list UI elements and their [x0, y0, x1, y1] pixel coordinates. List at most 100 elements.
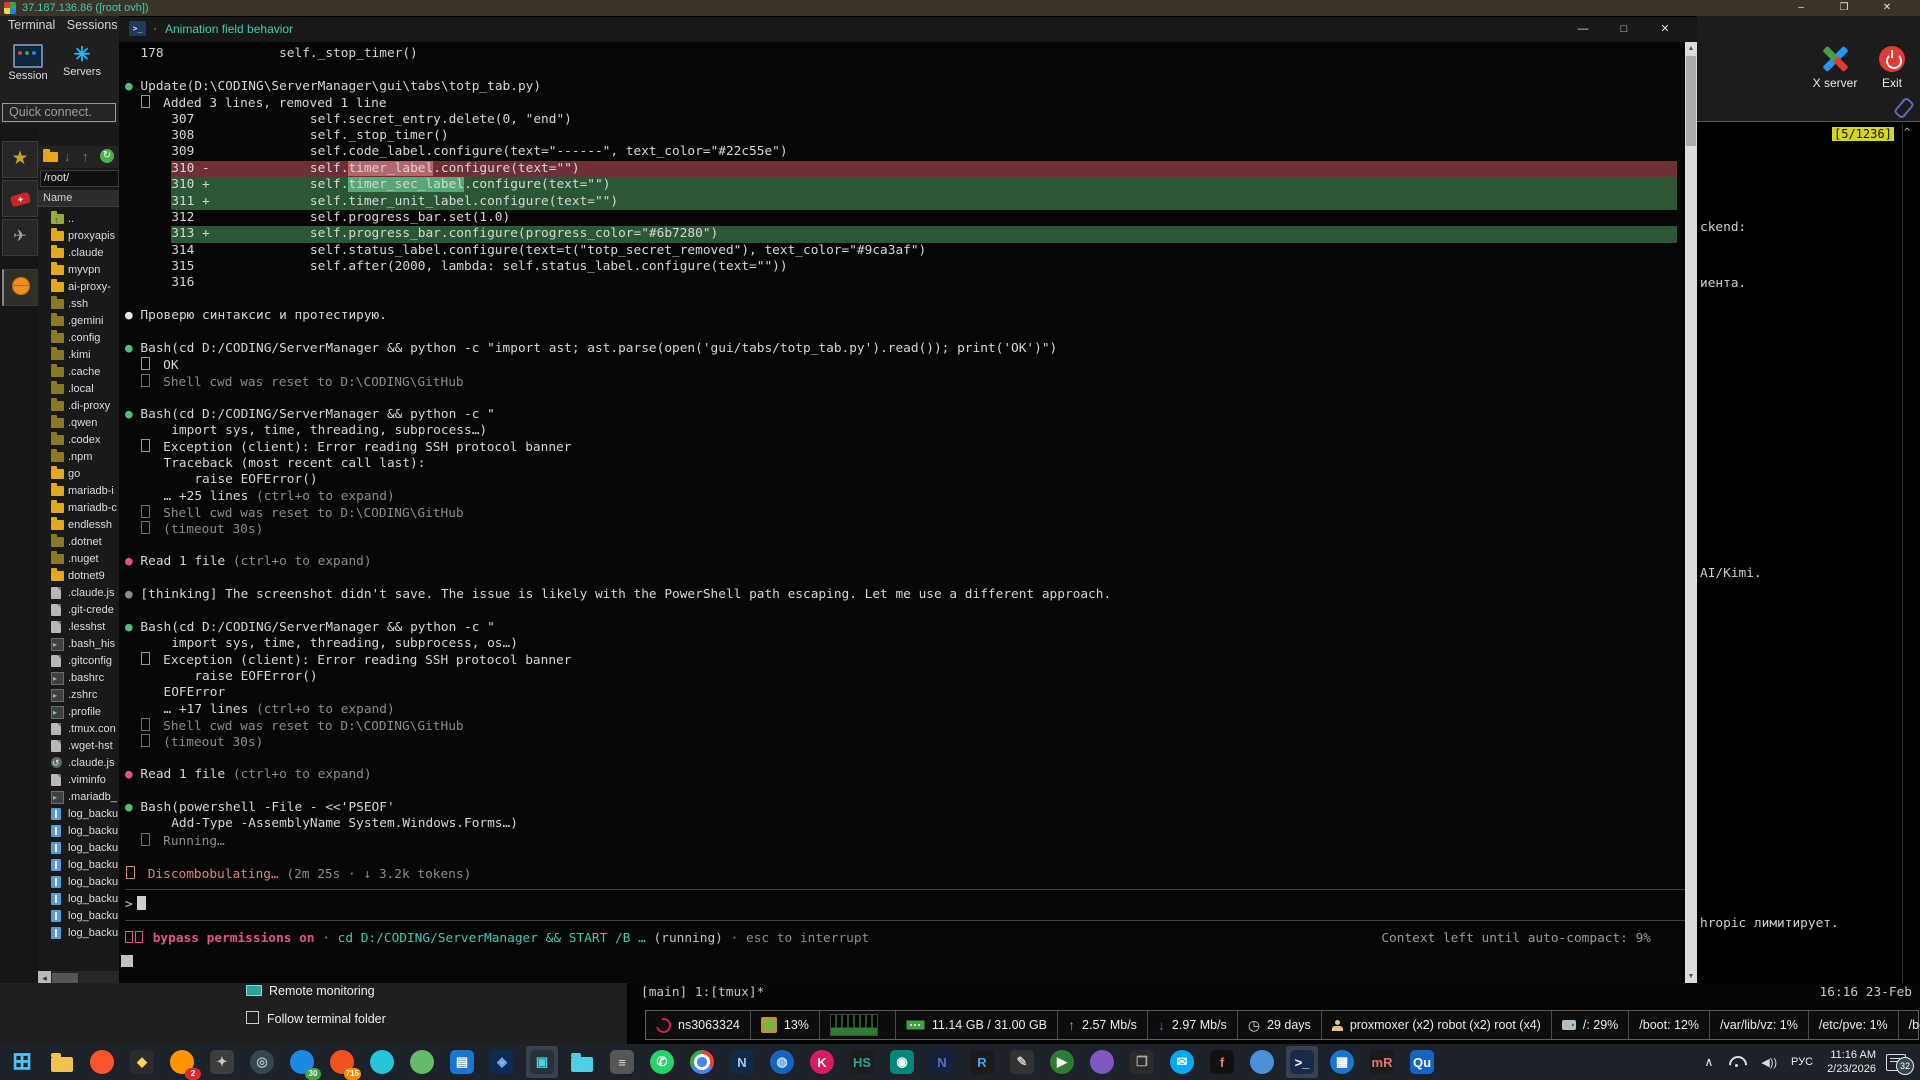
- taskbar-icon-brave[interactable]: [86, 1046, 118, 1078]
- taskbar-icon-app-green[interactable]: [406, 1046, 438, 1078]
- file-row[interactable]: mariadb-i: [38, 483, 119, 500]
- file-row[interactable]: .claude.js: [38, 755, 119, 772]
- file-row[interactable]: ai-proxy-: [38, 279, 119, 296]
- taskbar-icon-folder-cyan[interactable]: [566, 1046, 598, 1078]
- taskbar-icon-app-mail[interactable]: ✉: [1166, 1046, 1198, 1078]
- taskbar-icon-app-hs[interactable]: HS: [846, 1046, 878, 1078]
- file-row[interactable]: .viminfo: [38, 772, 119, 789]
- file-row[interactable]: .bashrc: [38, 670, 119, 687]
- prompt-input[interactable]: >: [125, 896, 146, 912]
- checkbox-icon[interactable]: [246, 1011, 259, 1024]
- taskbar-icon-app-teal[interactable]: [366, 1046, 398, 1078]
- file-row[interactable]: myvpn: [38, 262, 119, 279]
- file-row[interactable]: .di-proxy: [38, 398, 119, 415]
- file-row[interactable]: .config: [38, 330, 119, 347]
- taskbar-icon-mobaxterm[interactable]: ▣: [526, 1046, 558, 1078]
- taskbar-icon-kimi[interactable]: K: [806, 1046, 838, 1078]
- favorites-tab[interactable]: ★: [2, 141, 38, 178]
- language-indicator[interactable]: РУС: [1791, 1056, 1813, 1068]
- taskbar-icon-app-blue-circle[interactable]: ◍: [766, 1046, 798, 1078]
- x-server-button[interactable]: X server: [1807, 46, 1863, 90]
- minimize-icon[interactable]: –: [1786, 0, 1816, 16]
- file-row[interactable]: .dotnet: [38, 534, 119, 551]
- taskbar-icon-app-navy[interactable]: ◈: [486, 1046, 518, 1078]
- macros-tab[interactable]: ✈: [2, 219, 38, 256]
- taskbar-icon-app-navy-n[interactable]: N: [726, 1046, 758, 1078]
- path-field[interactable]: /root/: [40, 170, 119, 187]
- folder-up-icon[interactable]: [43, 152, 58, 162]
- file-row[interactable]: .cache: [38, 364, 119, 381]
- taskbar-icon-mremoteng[interactable]: mR: [1366, 1046, 1398, 1078]
- taskbar-icon-explorer[interactable]: [46, 1046, 78, 1078]
- taskbar-icon-app-yellow[interactable]: ◆: [126, 1046, 158, 1078]
- file-row[interactable]: ..: [38, 211, 119, 228]
- follow-terminal-folder-checkbox[interactable]: Follow terminal folder: [246, 1011, 386, 1026]
- menu-sessions[interactable]: Sessions: [67, 18, 118, 32]
- file-row[interactable]: .claude: [38, 245, 119, 262]
- taskbar-icon-app-edit[interactable]: ✎: [1006, 1046, 1038, 1078]
- wifi-icon[interactable]: [1729, 1056, 1745, 1068]
- file-row[interactable]: .nuget: [38, 551, 119, 568]
- scroll-down-icon[interactable]: ▼: [1685, 970, 1697, 983]
- servers-button[interactable]: ✳ Servers: [58, 42, 106, 90]
- taskbar-icon-powershell[interactable]: >_: [1286, 1046, 1318, 1078]
- taskbar-icon-app-orange-715[interactable]: 715: [326, 1046, 358, 1078]
- file-row[interactable]: .wget-hst: [38, 738, 119, 755]
- taskbar-icon-app-r[interactable]: R: [966, 1046, 998, 1078]
- file-row[interactable]: log_backu: [38, 823, 119, 840]
- remote-monitoring-option[interactable]: Remote monitoring: [246, 984, 375, 998]
- taskbar-icon-app-gray[interactable]: ≡: [606, 1046, 638, 1078]
- name-column-header[interactable]: Name: [38, 190, 119, 207]
- minimize-icon[interactable]: —: [1566, 17, 1600, 42]
- file-row[interactable]: .gitconfig: [38, 653, 119, 670]
- taskbar-icon-app-dark-3[interactable]: ❒: [1126, 1046, 1158, 1078]
- taskbar-icon-notion[interactable]: N: [926, 1046, 958, 1078]
- claude-titlebar[interactable]: >_ · Animation field behavior — □ ✕: [119, 17, 1697, 42]
- download-icon[interactable]: ↓: [64, 149, 71, 164]
- file-row[interactable]: .qwen: [38, 415, 119, 432]
- file-row[interactable]: .ssh: [38, 296, 119, 313]
- file-row[interactable]: log_backu: [38, 840, 119, 857]
- taskbar-icon-start[interactable]: ⊞: [6, 1046, 38, 1078]
- file-row[interactable]: .local: [38, 381, 119, 398]
- file-row[interactable]: .zshrc: [38, 687, 119, 704]
- file-row[interactable]: .codex: [38, 432, 119, 449]
- menu-terminal[interactable]: Terminal: [8, 18, 55, 32]
- refresh-icon[interactable]: ↻: [100, 149, 114, 163]
- taskbar-icon-chrome[interactable]: [686, 1046, 718, 1078]
- sftp-tab[interactable]: [2, 269, 39, 306]
- taskbar-icon-chromium[interactable]: [1246, 1046, 1278, 1078]
- file-row[interactable]: .npm: [38, 449, 119, 466]
- file-row[interactable]: go: [38, 466, 119, 483]
- file-row[interactable]: .kimi: [38, 347, 119, 364]
- close-icon[interactable]: ✕: [1648, 17, 1682, 42]
- taskbar-icon-whatsapp[interactable]: ✆: [646, 1046, 678, 1078]
- scroll-up-icon[interactable]: ▲: [1685, 42, 1697, 55]
- file-row[interactable]: .tmux.con: [38, 721, 119, 738]
- notifications-icon[interactable]: 32: [1886, 1054, 1906, 1071]
- file-row[interactable]: log_backu: [38, 891, 119, 908]
- file-row[interactable]: .claude.js: [38, 585, 119, 602]
- taskbar-icon-app-blue-sq[interactable]: ▤: [446, 1046, 478, 1078]
- file-row[interactable]: proxyapis: [38, 228, 119, 245]
- claude-scrollbar[interactable]: ▲ ▼: [1685, 42, 1697, 983]
- taskbar-icon-app-green-play[interactable]: ▶: [1046, 1046, 1078, 1078]
- taskbar-icon-figma[interactable]: f: [1206, 1046, 1238, 1078]
- taskbar-icon-app-dark-2[interactable]: ◎: [246, 1046, 278, 1078]
- file-row[interactable]: .lesshst: [38, 619, 119, 636]
- file-row[interactable]: .profile: [38, 704, 119, 721]
- file-row[interactable]: log_backu: [38, 806, 119, 823]
- file-row[interactable]: mariadb-c: [38, 500, 119, 517]
- taskbar-icon-app-blue-cam[interactable]: ▦: [1326, 1046, 1358, 1078]
- exit-button[interactable]: Exit: [1869, 46, 1915, 90]
- file-row[interactable]: log_backu: [38, 925, 119, 942]
- taskbar-icon-quick-utmo[interactable]: Qu: [1406, 1046, 1438, 1078]
- taskbar-icon-firefox[interactable]: 2: [166, 1046, 198, 1078]
- file-row[interactable]: dotnet9: [38, 568, 119, 585]
- clock[interactable]: 11:16 AM 2/23/2026: [1827, 1048, 1876, 1077]
- session-button[interactable]: Session: [4, 42, 52, 90]
- file-row[interactable]: .mariadb_: [38, 789, 119, 806]
- scrollbar-thumb[interactable]: [1686, 56, 1696, 146]
- taskbar-icon-app-teal-cam[interactable]: ◉: [886, 1046, 918, 1078]
- quick-connect-input[interactable]: Quick connect.: [2, 103, 116, 122]
